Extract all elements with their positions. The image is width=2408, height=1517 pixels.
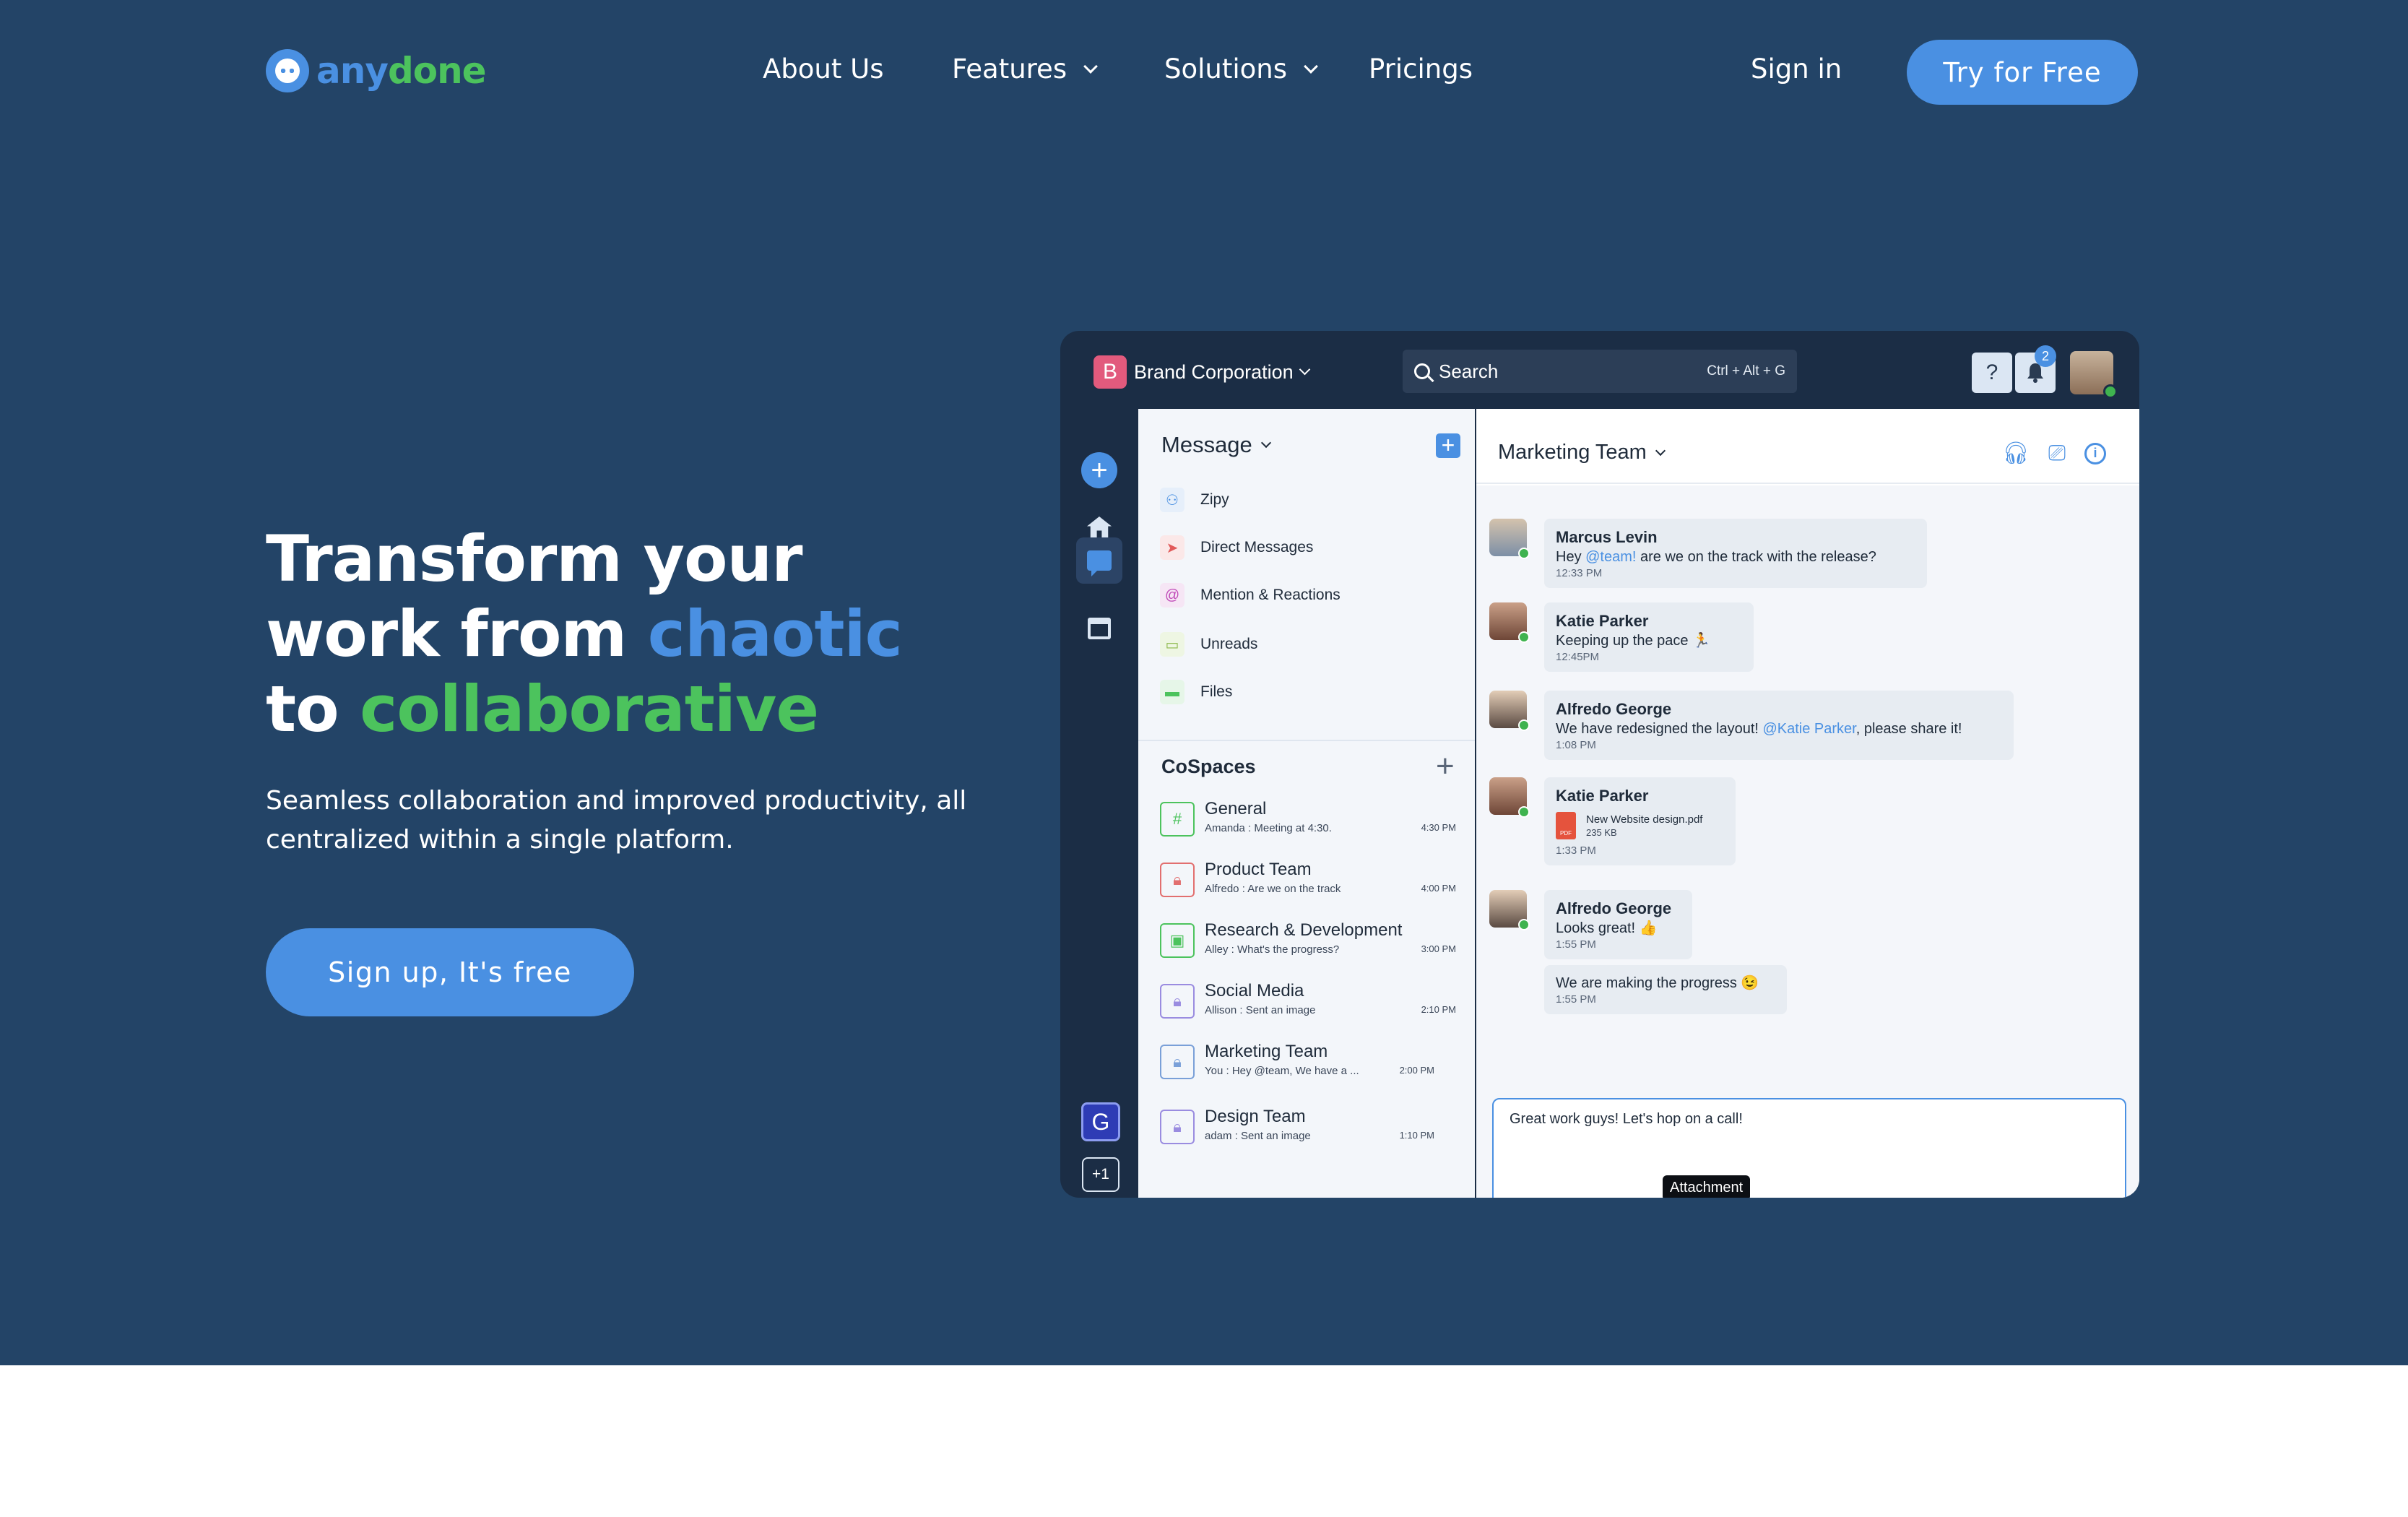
composer-text[interactable]: Great work guys! Let's hop on a call!: [1510, 1111, 1743, 1128]
message-bubble: Katie Parker Keeping up the pace 🏃 12:45…: [1544, 602, 1754, 672]
headset-icon[interactable]: 🎧︎: [2002, 441, 2030, 466]
online-status-dot: [1518, 631, 1530, 643]
app-topbar: B Brand Corporation Search Ctrl + Alt + …: [1060, 331, 2139, 409]
nav-pricings[interactable]: Pricings: [1369, 53, 1473, 85]
menu-item-zipy[interactable]: ⚇ Zipy: [1160, 484, 1229, 516]
nav-features[interactable]: Features: [952, 53, 1098, 85]
app-left-rail: + G +1 +: [1060, 409, 1138, 1198]
org-switcher[interactable]: B Brand Corporation: [1093, 355, 1310, 389]
file-attachment[interactable]: PDF New Website design.pdf 235 KB: [1556, 812, 1724, 839]
chat-title[interactable]: Marketing Team: [1498, 441, 1666, 464]
folder-icon: ▬: [1160, 680, 1184, 704]
cospace-item-product-team[interactable]: 🔒︎ Product Team Alfredo : Are we on the …: [1160, 860, 1456, 903]
menu-item-unreads[interactable]: ▭ Unreads: [1160, 628, 1257, 660]
create-plus-icon[interactable]: +: [1081, 452, 1117, 488]
cospace-item-marketing-team[interactable]: 🔒︎ Marketing Team You : Hey @team, We ha…: [1160, 1042, 1456, 1085]
chevron-down-icon: [1655, 445, 1666, 456]
chat-area: Marketing Team 🎧︎ ⎚ i Marcus Levin Hey @…: [1476, 409, 2139, 1198]
search-placeholder: Search: [1439, 360, 1499, 382]
help-icon[interactable]: ?: [1972, 353, 2012, 393]
hero-subtext: Seamless collaboration and improved prod…: [266, 786, 967, 855]
nav-about-us[interactable]: About Us: [763, 53, 884, 85]
screen-share-icon[interactable]: ⎚: [2048, 441, 2066, 466]
online-status-dot: [2103, 384, 2118, 399]
user-avatar[interactable]: [2070, 351, 2118, 399]
online-status-dot: [1518, 548, 1530, 559]
lock-icon: 🔒︎: [1160, 984, 1195, 1019]
menu-item-direct-messages[interactable]: ➤ Direct Messages: [1160, 532, 1313, 563]
add-cospace-icon[interactable]: +: [1436, 748, 1455, 785]
org-badge: B: [1093, 355, 1127, 389]
anydone-logo[interactable]: anydone: [266, 49, 487, 92]
hero-section: anydone About Us Features Solutions Pric…: [0, 0, 2408, 1365]
calendar-icon[interactable]: [1076, 605, 1122, 652]
robot-icon: ⚇: [1160, 488, 1184, 512]
nav-solutions[interactable]: Solutions: [1164, 53, 1318, 85]
attachment-tooltip: Attachment: [1663, 1175, 1751, 1198]
at-icon: @: [1160, 583, 1184, 608]
online-status-dot: [1518, 919, 1530, 930]
menu-item-mentions[interactable]: @ Mention & Reactions: [1160, 579, 1341, 611]
online-status-dot: [1518, 719, 1530, 731]
anydone-logo-icon: [266, 49, 309, 92]
hero-headline: Transform your work from chaotic to coll…: [266, 522, 903, 746]
logo-wordmark: anydone: [316, 50, 487, 92]
panel-divider: [1138, 740, 1475, 741]
cospace-item-general[interactable]: # General Amanda : Meeting at 4:30. 4:30…: [1160, 799, 1456, 842]
org-name: Brand Corporation: [1134, 360, 1294, 383]
chat-messages: Marcus Levin Hey @team! are we on the tr…: [1476, 485, 2139, 1198]
screen-icon: ▣: [1160, 923, 1195, 958]
search-icon: [1414, 363, 1430, 379]
chat-header-actions: 🎧︎ ⎚ i: [2002, 441, 2106, 466]
notification-count-badge: 2: [2035, 345, 2056, 367]
cospaces-title: CoSpaces: [1161, 756, 1256, 777]
avatar: [1489, 519, 1530, 559]
cospace-item-design-team[interactable]: 🔒︎ Design Team adam : Sent an image 1:10…: [1160, 1107, 1456, 1150]
chat-header: Marketing Team 🎧︎ ⎚ i: [1476, 409, 2139, 484]
message-composer[interactable]: Great work guys! Let's hop on a call! At…: [1492, 1098, 2126, 1198]
unread-icon: ▭: [1160, 632, 1184, 657]
message-panel-title[interactable]: Message: [1161, 432, 1271, 458]
chevron-down-icon: [1304, 59, 1318, 74]
search-shortcut: Ctrl + Alt + G: [1707, 363, 1785, 379]
page: anydone About Us Features Solutions Pric…: [0, 0, 2408, 1517]
chevron-down-icon: [1083, 59, 1098, 74]
chevron-down-icon: [1299, 363, 1310, 375]
new-message-button[interactable]: +: [1436, 433, 1460, 458]
message-bubble: Alfredo George We have redesigned the la…: [1544, 691, 2014, 760]
message-bubble: Alfredo George Looks great! 👍 1:55 PM: [1544, 890, 1692, 959]
cospace-item-research[interactable]: ▣ Research & Development Alley : What's …: [1160, 920, 1456, 964]
info-icon[interactable]: i: [2084, 442, 2106, 464]
message-bubble: Katie Parker PDF New Website design.pdf …: [1544, 777, 1736, 865]
lock-icon: 🔒︎: [1160, 1045, 1195, 1079]
pdf-file-icon: PDF: [1556, 812, 1576, 839]
message-bubble: Marcus Levin Hey @team! are we on the tr…: [1544, 519, 1927, 588]
avatar: [1489, 691, 1530, 731]
workspace-avatar-g[interactable]: G: [1081, 1102, 1120, 1141]
lock-icon: 🔒︎: [1160, 1110, 1195, 1144]
more-workspaces-badge[interactable]: +1: [1082, 1157, 1119, 1192]
hash-icon: #: [1160, 802, 1195, 837]
online-status-dot: [1518, 806, 1530, 818]
menu-item-files[interactable]: ▬ Files: [1160, 676, 1232, 708]
lock-icon: 🔒︎: [1160, 863, 1195, 897]
chat-icon[interactable]: [1076, 537, 1122, 584]
message-bubble: We are making the progress 😉 1:55 PM: [1544, 965, 1787, 1014]
sign-in-link[interactable]: Sign in: [1751, 53, 1842, 85]
cospace-item-social-media[interactable]: 🔒︎ Social Media Allison : Sent an image …: [1160, 981, 1456, 1024]
try-for-free-button[interactable]: Try for Free: [1907, 40, 2138, 105]
avatar: [1489, 602, 1530, 643]
send-icon: ➤: [1160, 535, 1184, 560]
app-preview-window: B Brand Corporation Search Ctrl + Alt + …: [1060, 331, 2139, 1198]
message-panel: Message + ⚇ Zipy ➤ Direct Messages @ Men…: [1138, 409, 1475, 1198]
sign-up-button[interactable]: Sign up, It's free: [266, 928, 634, 1016]
avatar: [1489, 777, 1530, 818]
app-search-bar[interactable]: Search Ctrl + Alt + G: [1403, 350, 1797, 393]
chevron-down-icon: [1260, 437, 1271, 449]
avatar: [1489, 890, 1530, 930]
